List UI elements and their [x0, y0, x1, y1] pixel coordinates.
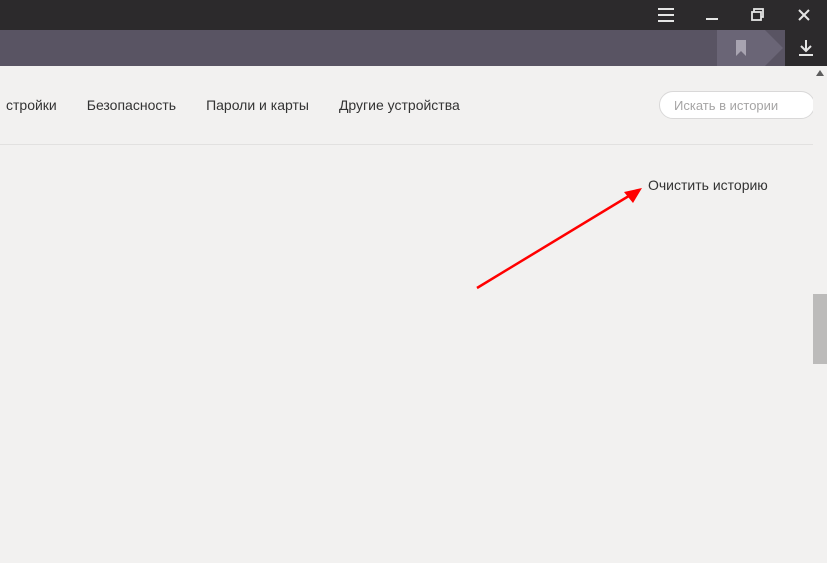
bookmark-tab[interactable]: [717, 30, 765, 66]
tab-passwords-cards[interactable]: Пароли и карты: [206, 97, 309, 113]
chevron-up-icon: [816, 70, 824, 76]
download-icon: [797, 39, 815, 57]
menu-button[interactable]: [643, 0, 689, 30]
bookmark-icon: [735, 40, 747, 56]
address-toolbar: [0, 30, 827, 66]
tab-settings-cut[interactable]: стройки: [6, 97, 57, 113]
download-button[interactable]: [785, 30, 827, 66]
close-button[interactable]: [781, 0, 827, 30]
scrollbar-up-button[interactable]: [813, 66, 827, 80]
maximize-button[interactable]: [735, 0, 781, 30]
hamburger-icon: [658, 8, 674, 22]
close-icon: [797, 8, 811, 22]
minimize-icon: [705, 8, 719, 22]
content-area: Очистить историю: [0, 145, 827, 563]
settings-nav-row: стройки Безопасность Пароли и карты Друг…: [0, 66, 827, 144]
scrollbar-thumb[interactable]: [813, 294, 827, 364]
window-titlebar: [0, 0, 827, 30]
tab-other-devices[interactable]: Другие устройства: [339, 97, 460, 113]
maximize-icon: [751, 8, 765, 22]
history-search-input[interactable]: [659, 91, 815, 119]
minimize-button[interactable]: [689, 0, 735, 30]
clear-history-link[interactable]: Очистить историю: [648, 177, 768, 193]
page-body: стройки Безопасность Пароли и карты Друг…: [0, 66, 827, 563]
scrollbar-track[interactable]: [813, 66, 827, 563]
tab-security[interactable]: Безопасность: [87, 97, 176, 113]
red-arrow-annotation: [472, 183, 652, 293]
